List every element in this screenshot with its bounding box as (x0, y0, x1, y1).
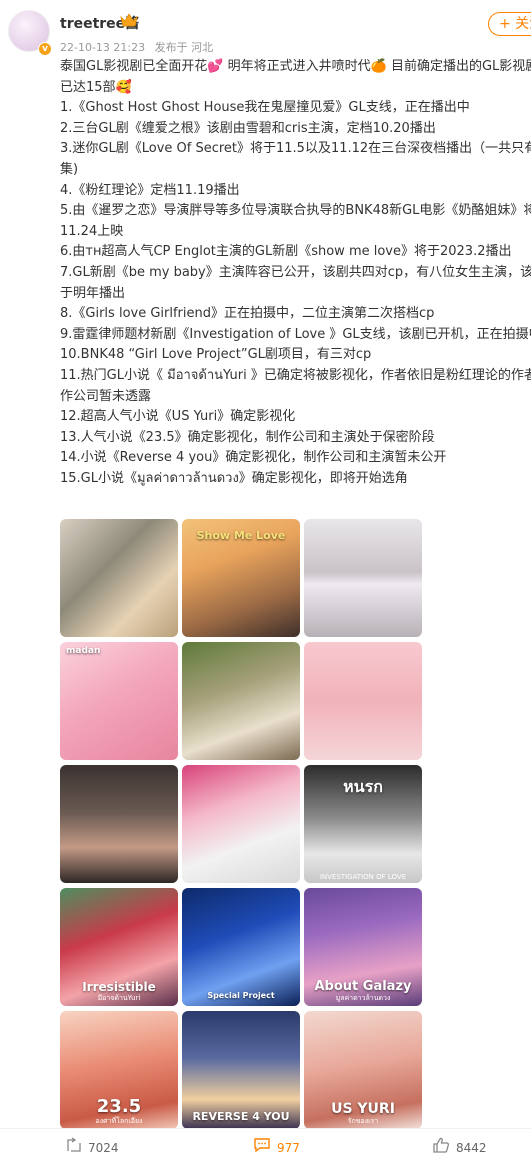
post-text-line: 5.由《暹罗之恋》导演胖导等多位导演联合执导的BNK48新GL电影《奶酪姐妹》将… (60, 203, 531, 219)
image-subcaption: องศาที่โลกเอียง (95, 1117, 143, 1125)
post-text-line: 11.热门GL小说《 มีอาจด้านYuri 》已确定将被影视化，作者依旧是… (60, 367, 531, 383)
image-caption: US YURI (331, 1101, 395, 1117)
verified-badge-icon: v (38, 42, 52, 56)
repost-icon (66, 1137, 82, 1159)
image-caption: 23.5 (96, 1096, 142, 1117)
post-text-line: 1.《Ghost Host Ghost House我在鬼屋撞见爱》GL支线，正在… (60, 100, 470, 116)
thumbs-up-icon (432, 1137, 450, 1159)
post-text-line: 15.GL小说《มูลค่าดาวล้านดวง》确定影视化，即将开始选角 (60, 470, 408, 486)
post-text-line: 已达15部🥰 (60, 79, 132, 95)
image-caption: Show Me Love (196, 529, 286, 542)
post-image[interactable] (182, 642, 300, 760)
post-text-line: 集) (60, 161, 79, 177)
post-text-line: 13.人气小说《23.5》确定影视化，制作公司和主演处于保密阶段 (60, 429, 435, 445)
post-text-line: 泰国GL影视剧已全面开花💕 明年将正式进入井喷时代🍊 目前确定播出的GL影视剧数… (60, 59, 531, 74)
post-image[interactable]: Irresistible มีอาจด้านYuri (60, 888, 178, 1006)
post-text-line: 8.《Girls love Girlfriend》正在拍摄中，二位主演第二次搭档… (60, 306, 435, 322)
image-subcaption: INVESTIGATION OF LOVE (319, 873, 407, 881)
post-image[interactable]: 23.5 องศาที่โลกเอียง (60, 1011, 178, 1129)
image-grid: Show Me Love madan หนรก INVESTIGATION OF LO… (60, 519, 424, 1129)
post-image[interactable] (60, 519, 178, 637)
like-count: 8442 (456, 1141, 487, 1155)
image-subcaption: มีอาจด้านYuri (97, 994, 141, 1002)
post-image[interactable]: REVERSE 4 YOU (182, 1011, 300, 1129)
image-subcaption: รักของเรา (347, 1117, 379, 1125)
crown-icon (120, 13, 138, 31)
post-text-line: 10.BNK48 “Girl Love Project”GL剧项目，有三对cp (60, 347, 372, 363)
post-image[interactable] (60, 765, 178, 883)
post-text-line: 3.迷你GL剧《Love Of Secret》将于11.5以及11.12在三台深… (60, 141, 531, 157)
post-text-line: 11.24上映 (60, 223, 124, 239)
follow-button[interactable]: + 关注 (488, 12, 531, 36)
image-caption: Irresistible (82, 980, 156, 994)
post-text-line: 作公司暂未透露 (60, 388, 152, 404)
post-image[interactable]: Special Project (182, 888, 300, 1006)
post-text-line: 6.由тн超高人气CP Englot主演的GL新剧《show me love》将… (60, 244, 512, 260)
post-text-line: 7.GL新剧《be my baby》主演阵容已公开，该剧共四对cp，有八位女生主… (60, 264, 531, 280)
post-text-line: 14.小说《Reverse 4 you》确定影视化，制作公司和主演暂未公开 (60, 450, 447, 466)
like-button[interactable]: 8442 (432, 1137, 487, 1157)
post-source: 发布于 河北 (154, 41, 214, 54)
image-subcaption: มูลค่าดาวล้านดวง (335, 994, 391, 1002)
post-image[interactable]: หนรก INVESTIGATION OF LOVE (304, 765, 422, 883)
image-caption: REVERSE 4 YOU (192, 1110, 290, 1123)
post-text-line: 4.《粉红理论》定档11.19播出 (60, 182, 240, 198)
image-caption: About Galazy (314, 979, 412, 994)
post-image[interactable]: About Galazy มูลค่าดาวล้านดวง (304, 888, 422, 1006)
post-text-line: 9.雷霆律师题材新剧《Investigation of Love 》GL支线，该… (60, 326, 531, 342)
post-time[interactable]: 22-10-13 21:23 (60, 41, 145, 54)
post-image[interactable] (304, 642, 422, 760)
post-image[interactable] (304, 519, 422, 637)
repost-button[interactable]: 7024 (66, 1137, 119, 1157)
post-image[interactable]: madan (60, 642, 178, 760)
image-caption: หนรก (343, 777, 383, 796)
comment-count: 977 (277, 1141, 300, 1155)
post-image[interactable] (182, 765, 300, 883)
post-text-line: 12.超高人气小说《US Yuri》确定影视化 (60, 409, 296, 425)
post-header: v treetree酱 22-10-13 21:23 发布于 河北 + 关注 (0, 0, 531, 62)
post-image[interactable]: Show Me Love (182, 519, 300, 637)
post-meta: 22-10-13 21:23 发布于 河北 (60, 39, 219, 55)
post-image[interactable]: US YURI รักของเรา (304, 1011, 422, 1129)
post-text: 泰国GL影视剧已全面开花💕 明年将正式进入井喷时代🍊 目前确定播出的GL影视剧数… (60, 57, 531, 489)
image-caption: Special Project (207, 991, 275, 1000)
post-text-line: 2.三台GL剧《缠爱之根》该剧由雪碧和cris主演，定档10.20播出 (60, 120, 436, 136)
post-footer: 7024 977 8442 (0, 1128, 531, 1166)
post-text-line: 于明年播出 (60, 285, 126, 301)
comment-icon (253, 1137, 271, 1159)
comment-button[interactable]: 977 (253, 1137, 300, 1157)
image-caption: madan (66, 646, 101, 656)
repost-count: 7024 (88, 1141, 119, 1155)
